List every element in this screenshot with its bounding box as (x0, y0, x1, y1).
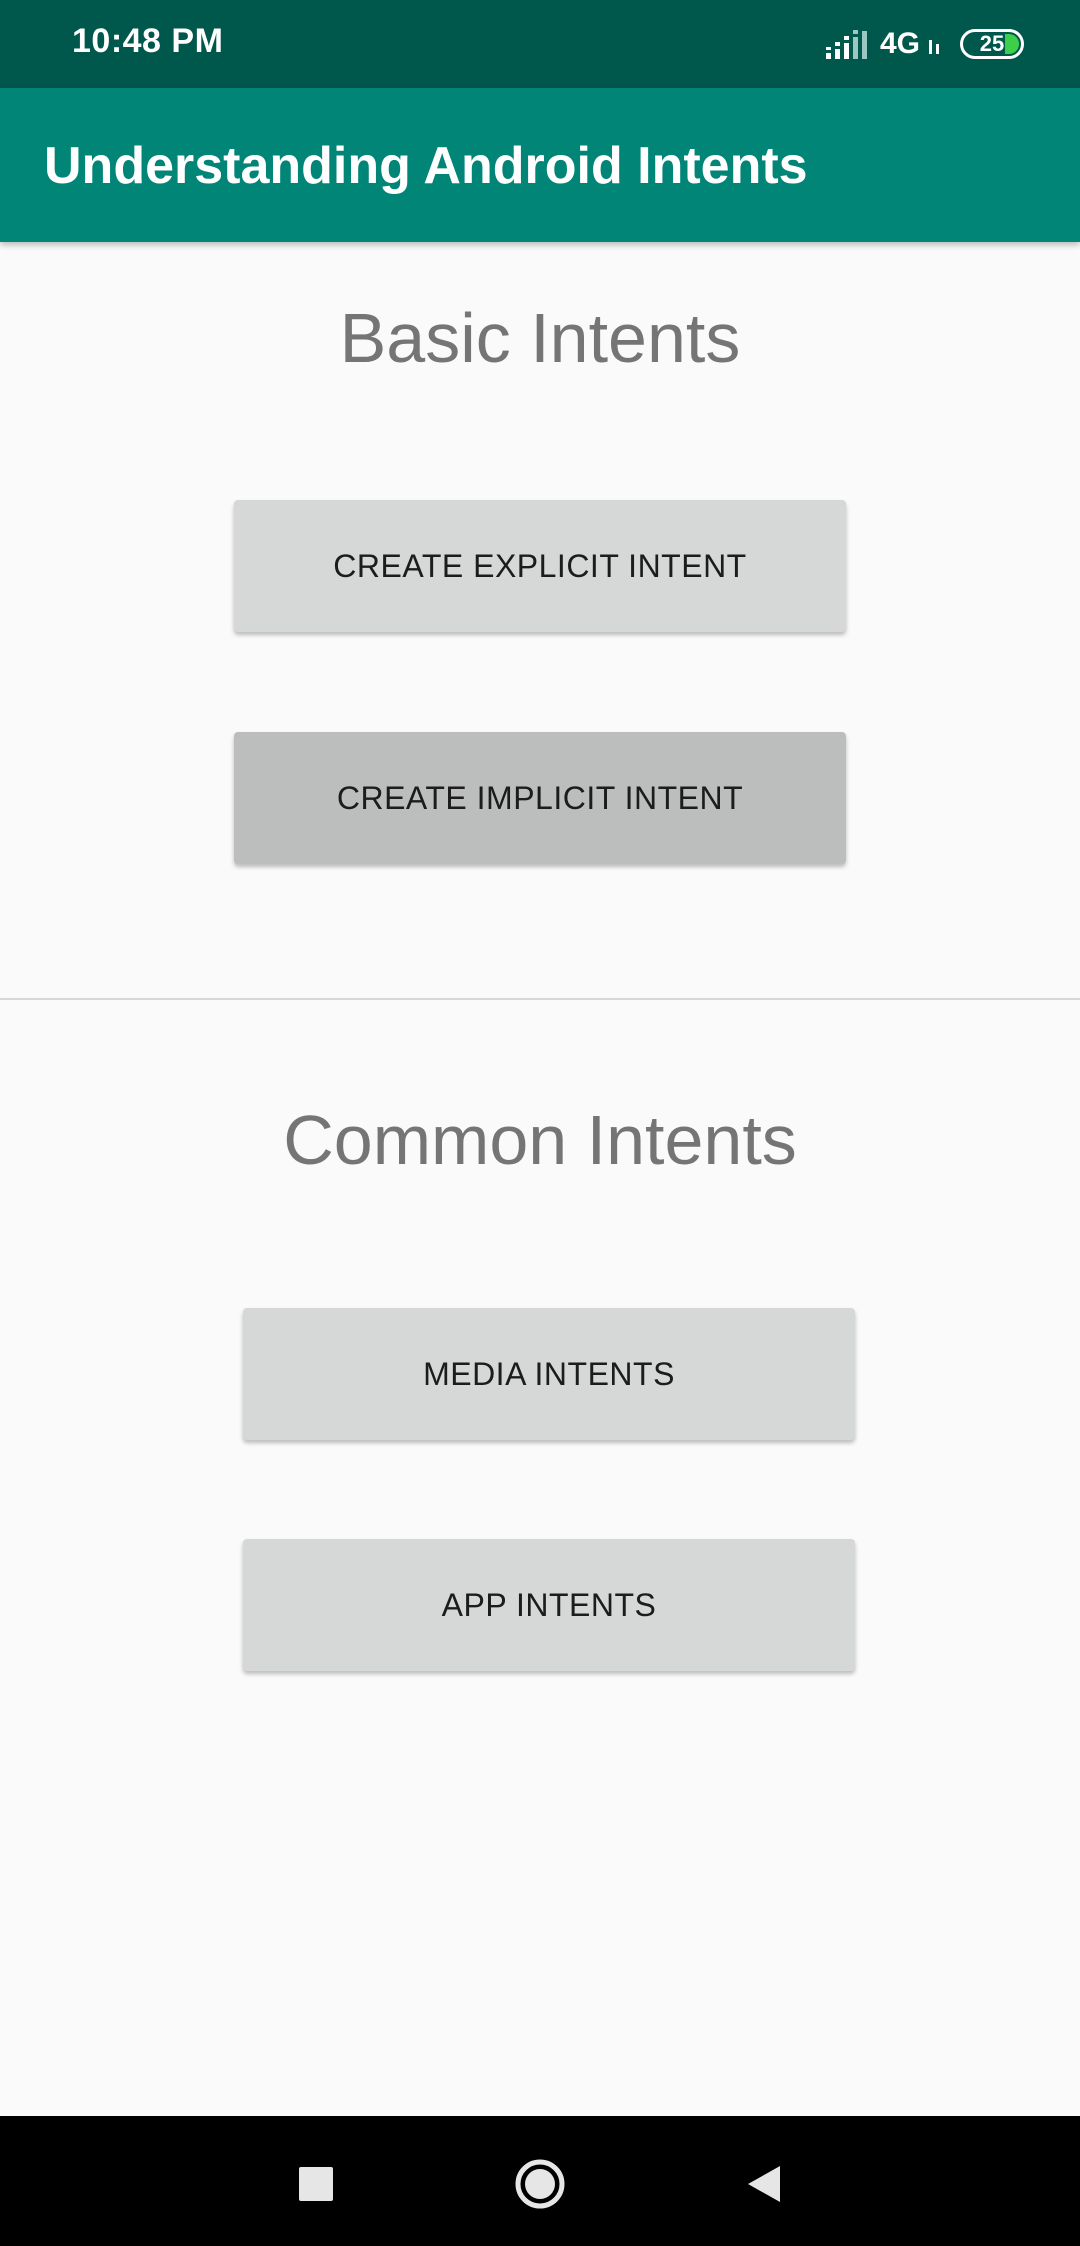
section-title-common-intents: Common Intents (283, 1101, 797, 1179)
status-bar: 10:48 PM 4G 25 (0, 0, 1080, 88)
battery-fill (1005, 34, 1019, 54)
network-type: 4G (879, 27, 920, 60)
create-explicit-intent-button[interactable]: CREATE EXPLICIT INTENT (234, 500, 846, 632)
home-icon (515, 2159, 565, 2209)
app-title: Understanding Android Intents (44, 137, 808, 195)
recents-icon (299, 2167, 333, 2201)
signal-icon (825, 30, 867, 59)
app-intents-button[interactable]: APP INTENTS (243, 1539, 855, 1671)
recents-button[interactable] (288, 2156, 344, 2212)
screen: 10:48 PM 4G 25 Understanding Android Int… (0, 0, 1080, 2246)
home-button[interactable] (512, 2156, 568, 2212)
create-implicit-intent-button[interactable]: CREATE IMPLICIT INTENT (234, 732, 846, 864)
app-bar: Understanding Android Intents (0, 88, 1080, 242)
battery-icon: 25 (960, 29, 1024, 59)
status-icons: 4G 25 (824, 24, 1024, 64)
back-icon (748, 2166, 780, 2202)
navigation-bar (0, 2116, 1080, 2246)
battery-level: 25 (979, 31, 1005, 56)
section-title-basic-intents: Basic Intents (339, 299, 741, 377)
back-button[interactable] (736, 2156, 792, 2212)
section-divider (0, 998, 1080, 1000)
data-activity-icon (929, 40, 939, 54)
status-time: 10:48 PM (72, 22, 224, 60)
media-intents-button[interactable]: MEDIA INTENTS (243, 1308, 855, 1440)
